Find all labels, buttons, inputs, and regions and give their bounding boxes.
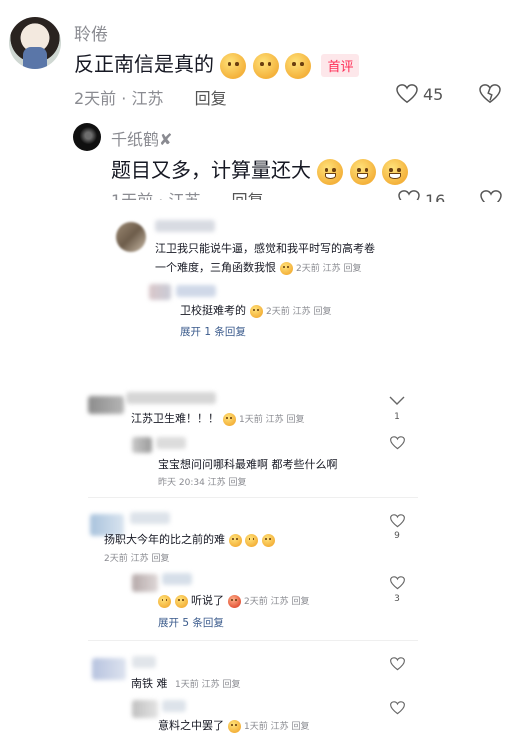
comment-meta: 1天前 江苏 回复 (239, 415, 305, 425)
comment-text-line2: 一个难度，三角函数我恨 2天前 江苏 回复 (155, 259, 361, 275)
reply-text: 意料之中罢了 1天前 江苏 回复 (158, 717, 309, 733)
like-count: 16 (425, 190, 445, 202)
grin-sweat-emoji (382, 158, 409, 185)
sweat-emoji (222, 412, 236, 426)
sweat-emoji (249, 304, 263, 318)
reply-meta: 昨天 20:34 江苏 回复 (158, 478, 247, 488)
comment-text-content: 反正南信是真的 (74, 52, 214, 76)
blurred-username (126, 392, 216, 404)
angry-face-emoji (227, 594, 241, 608)
blurred-username (176, 285, 216, 297)
dislike-icon-shape (480, 190, 502, 202)
first-comment-badge: 首评 (321, 54, 360, 77)
blurred-username (130, 512, 170, 524)
grin-sweat-emoji (349, 158, 376, 185)
sweat-emoji (158, 594, 171, 608)
comment-location: 江苏 (131, 89, 164, 108)
blurred-avatar (88, 396, 124, 414)
sweat-emoji (228, 533, 242, 547)
comment-text-line2-content: 一个难度，三角函数我恨 (155, 261, 276, 274)
chevron-down-icon[interactable] (389, 396, 405, 406)
reply-username[interactable]: 千纸鹤✘ (111, 126, 172, 150)
blurred-avatar (132, 574, 158, 592)
comment-date: 2天前 (74, 89, 117, 108)
sweat-emoji (245, 533, 258, 547)
pleading-face-emoji (220, 52, 247, 79)
reply-text: 卫校挺难考的 2天前 江苏 回复 (180, 302, 331, 318)
grin-sweat-emoji (317, 158, 344, 185)
reply-meta: 2天前 江苏 回复 (244, 597, 310, 607)
heart-icon[interactable] (390, 514, 405, 528)
heart-icon[interactable] (390, 701, 405, 715)
blurred-avatar (132, 437, 152, 453)
blurred-username (162, 573, 192, 585)
divider (88, 497, 418, 498)
reply-text-content: 卫校挺难考的 (180, 304, 246, 317)
dislike-icon[interactable] (480, 190, 502, 202)
avatar[interactable] (116, 222, 146, 252)
pleading-face-emoji (285, 52, 312, 79)
sweat-emoji (227, 719, 241, 733)
sweat-emoji (261, 533, 275, 547)
heart-icon[interactable] (390, 576, 405, 590)
comment-username[interactable]: 聆倦 (74, 20, 108, 45)
like-count: 45 (423, 85, 444, 104)
expand-replies-link[interactable]: 展开 1 条回复 (180, 324, 246, 339)
comment-text: 反正南信是真的 首评 (74, 48, 360, 79)
reply-text-content: 意料之中罢了 (158, 719, 224, 732)
heart-icon[interactable] (390, 657, 405, 671)
comment-text: 南铁 难 1天前 江苏 回复 (131, 675, 240, 691)
pleading-face-emoji (252, 52, 279, 79)
reply-text: 宝宝想问问哪科最难啊 都考些什么啊 (158, 458, 338, 471)
avatar[interactable] (73, 123, 101, 151)
reply-text-content: 题目又多，计算量还大 (111, 158, 311, 182)
reply-text: 听说了 2天前 江苏 回复 (158, 592, 309, 608)
avatar[interactable] (9, 17, 61, 69)
comment-text: 扬职大今年的比之前的难 (104, 531, 275, 547)
comment-text-content: 南铁 难 (131, 677, 168, 690)
dislike-icon[interactable] (479, 84, 501, 104)
comment-text-line1: 江卫我只能说牛逼，感觉和我平时写的高考卷 (155, 242, 375, 255)
reply-text-content: 听说了 (191, 594, 224, 607)
blurred-avatar (132, 700, 158, 718)
blurred-username (132, 656, 156, 668)
blurred-username (156, 437, 186, 449)
blurred-avatar (149, 284, 171, 300)
blurred-username (155, 220, 215, 232)
blurred-avatar (92, 658, 126, 680)
reply-button[interactable]: 回复 (195, 89, 227, 108)
comment-text-content: 江苏卫生难！！！ (131, 412, 219, 425)
comment-meta: 2天前 江苏 回复 (296, 264, 362, 274)
like-count: 9 (394, 531, 400, 541)
reply-text: 题目又多，计算量还大 (111, 154, 409, 185)
like-count-value: 16 (425, 191, 446, 202)
blurred-username (162, 700, 186, 712)
heart-icon[interactable] (396, 84, 418, 104)
comment-text-content: 扬职大今年的比之前的难 (104, 533, 225, 546)
comment-meta: 2天前 · 江苏 回复 (74, 89, 227, 108)
sweat-emoji (279, 261, 293, 275)
expand-replies-link[interactable]: 展开 5 条回复 (158, 615, 224, 630)
comment-meta: 1天前 江苏 回复 (175, 680, 241, 690)
sweat-emoji (174, 594, 188, 608)
comment-meta: 2天前 江苏 回复 (104, 554, 170, 564)
divider (88, 640, 418, 641)
reply-meta: 1天前 江苏 回复 (244, 722, 310, 732)
comment-text: 江苏卫生难！！！ 1天前 江苏 回复 (131, 410, 304, 426)
like-count: 1 (394, 412, 400, 422)
like-count: 3 (394, 594, 400, 604)
reply-meta: 2天前 江苏 回复 (266, 307, 332, 317)
heart-icon[interactable] (390, 436, 405, 450)
